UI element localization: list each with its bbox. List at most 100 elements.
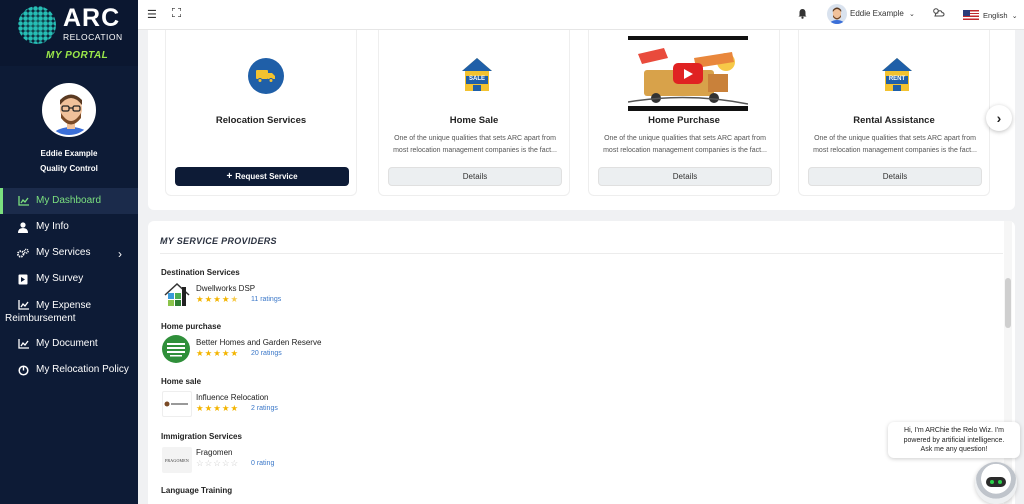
provider-name[interactable]: Influence Relocation xyxy=(196,393,269,402)
play-icon[interactable] xyxy=(673,63,703,84)
plus-icon: + xyxy=(226,171,233,182)
section-title: MY SERVICE PROVIDERS xyxy=(160,236,277,246)
button-label: Request Service xyxy=(235,172,298,181)
service-description: One of the unique qualities that sets AR… xyxy=(813,135,977,154)
portal-label: MY PORTAL xyxy=(46,50,109,61)
gears-icon xyxy=(17,247,29,259)
provider-name[interactable]: Fragomen xyxy=(196,448,232,457)
sidebar-item-label: My Info xyxy=(36,221,69,232)
fullscreen-icon[interactable] xyxy=(171,7,182,20)
avatar[interactable] xyxy=(42,83,96,137)
scrollbar-track[interactable] xyxy=(1004,221,1012,504)
influence-logo[interactable] xyxy=(162,391,192,417)
chart-icon xyxy=(17,338,29,350)
star-rating: ★★★★★ xyxy=(196,294,240,304)
service-card: Home Purchase One of the unique qualitie… xyxy=(588,30,780,196)
chat-line: Ask me any question! xyxy=(920,446,988,453)
top-header: ☰ Eddie Example ⌄ English ⌄ xyxy=(138,0,1024,30)
service-title: Home Purchase xyxy=(648,115,720,126)
service-card: RENT Rental Assistance One of the unique… xyxy=(798,30,990,196)
details-button[interactable]: Details xyxy=(808,167,982,186)
bell-icon[interactable] xyxy=(798,8,807,22)
chatbot-robot-icon[interactable] xyxy=(975,462,1017,504)
chart-icon xyxy=(17,299,29,311)
chevron-down-icon: ⌄ xyxy=(909,11,915,18)
language-label: English xyxy=(983,11,1008,20)
ratings-count[interactable]: 0 rating xyxy=(251,460,274,467)
person-icon xyxy=(17,221,29,233)
header-user-name: Eddie Example xyxy=(850,9,904,18)
weather-icon[interactable] xyxy=(931,6,945,21)
sidebar-item-expense[interactable]: My Expense Reimbursement xyxy=(0,292,138,331)
chevron-right-icon: › xyxy=(996,110,1002,126)
service-title: Home Sale xyxy=(449,115,499,126)
request-service-button[interactable]: + Request Service xyxy=(175,167,349,186)
sidebar-item-dashboard[interactable]: My Dashboard xyxy=(0,188,138,214)
provider-category: Immigration Services xyxy=(161,432,242,441)
service-card: SALE Home Sale One of the unique qualiti… xyxy=(378,30,570,196)
brand-name: ARC xyxy=(63,4,121,32)
sidebar-item-label: My Survey xyxy=(36,273,84,284)
service-title: Relocation Services xyxy=(215,115,307,126)
provider-category: Destination Services xyxy=(161,268,240,277)
services-panel: Relocation Services + Request Service SA… xyxy=(148,30,1015,210)
chat-bubble[interactable]: Hi, I'm ARChie the Relo Wiz. I'm powered… xyxy=(888,422,1020,458)
header-user-menu[interactable]: Eddie Example ⌄ xyxy=(850,9,915,18)
button-label: Details xyxy=(882,172,908,181)
sidebar-item-policy[interactable]: My Relocation Policy xyxy=(0,357,138,383)
star-rating: ★★★★★ xyxy=(196,348,240,358)
house-sale-icon: SALE xyxy=(461,56,493,94)
fragomen-logo[interactable]: FRAGOMEN xyxy=(162,447,192,473)
details-button[interactable]: Details xyxy=(598,167,772,186)
chat-line: powered by artificial intelligence. xyxy=(903,436,1005,444)
service-card: Relocation Services + Request Service xyxy=(165,30,357,196)
bhgre-logo[interactable] xyxy=(162,335,190,363)
chat-line: Hi, I'm ARChie the Relo Wiz. I'm xyxy=(904,427,1004,434)
user-name: Eddie Example xyxy=(40,149,98,158)
star-rating: ☆☆☆☆☆ xyxy=(196,458,240,468)
video-thumbnail[interactable] xyxy=(628,36,748,111)
house-sign-label: SALE xyxy=(468,76,485,82)
chevron-down-icon: ⌄ xyxy=(1011,13,1018,20)
details-button[interactable]: Details xyxy=(388,167,562,186)
carousel-next-button[interactable]: › xyxy=(986,105,1012,131)
sidebar-item-label: My Document xyxy=(36,338,98,349)
ratings-count[interactable]: 20 ratings xyxy=(251,350,282,357)
service-title: Rental Assistance xyxy=(853,115,935,126)
logo[interactable]: ARC RELOCATION MY PORTAL xyxy=(0,0,138,66)
provider-name[interactable]: Better Homes and Garden Reserve xyxy=(196,338,321,347)
fragomen-logo-text: FRAGOMEN xyxy=(164,457,190,463)
sidebar-item-services[interactable]: My Services › xyxy=(0,240,138,266)
brand-sub: RELOCATION xyxy=(63,32,123,42)
service-description: One of the unique qualities that sets AR… xyxy=(393,135,557,154)
house-sign-label: RENT xyxy=(888,76,906,82)
scrollbar-thumb[interactable] xyxy=(1005,278,1011,328)
divider xyxy=(160,253,1003,254)
language-selector[interactable]: English ⌄ xyxy=(983,11,1018,20)
sidebar-item-label: My Services xyxy=(36,247,91,258)
hamburger-menu-icon[interactable]: ☰ xyxy=(147,8,157,21)
sidebar-item-document[interactable]: My Document xyxy=(0,331,138,357)
service-description: One of the unique qualities that sets AR… xyxy=(603,135,767,154)
provider-category: Home purchase xyxy=(161,322,222,331)
header-avatar[interactable] xyxy=(827,4,847,24)
sidebar-item-label: My Relocation Policy xyxy=(36,364,129,375)
chart-icon xyxy=(17,195,29,207)
service-providers-panel: MY SERVICE PROVIDERS Destination Service… xyxy=(148,221,1015,504)
button-label: Details xyxy=(672,172,698,181)
globe-logo-icon xyxy=(18,6,56,44)
sidebar-item-label: My Dashboard xyxy=(36,195,102,206)
sidebar-item-info[interactable]: My Info xyxy=(0,214,138,240)
us-flag-icon[interactable] xyxy=(963,10,979,20)
provider-category: Language Training xyxy=(161,486,233,495)
ratings-count[interactable]: 11 ratings xyxy=(251,296,281,303)
provider-name[interactable]: Dwellworks DSP xyxy=(196,284,255,293)
star-rating: ★★★★★ xyxy=(196,403,240,413)
sidebar-item-survey[interactable]: My Survey xyxy=(0,266,138,292)
truck-icon xyxy=(248,58,284,94)
ratings-count[interactable]: 2 ratings xyxy=(251,405,278,412)
dwellworks-logo[interactable] xyxy=(162,281,192,307)
provider-category: Home sale xyxy=(161,377,202,386)
house-rent-icon: RENT xyxy=(881,56,913,94)
sidebar-nav: My Dashboard My Info My Services › My Su… xyxy=(0,188,138,383)
